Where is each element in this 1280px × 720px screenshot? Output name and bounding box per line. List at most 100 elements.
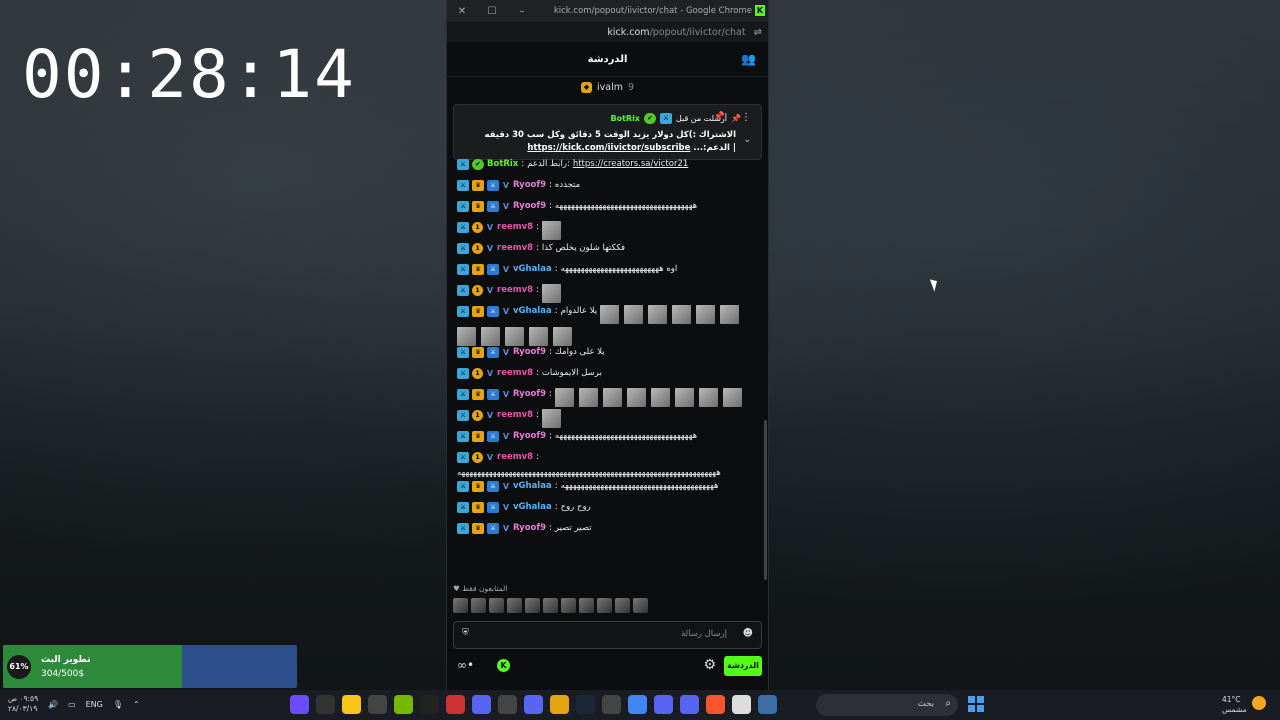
app-icon[interactable] [342,695,361,714]
chat-message: ⚔ ♛ ⚔ VvGhalaa: اوه هههههههههههههههههههههههه… [447,263,768,284]
avatar[interactable] [633,598,648,613]
chat-message: ⚔ ♛ ⚔ VvGhalaa: روح روح [447,501,768,522]
site-settings-icon[interactable]: ⇌ [754,27,762,38]
chevron-down-icon[interactable]: ⌄ [743,135,751,145]
sub-badge-icon: ⚔ [457,452,469,463]
browser-icon[interactable] [758,695,777,714]
widgets-icon[interactable] [290,695,309,714]
taskbar-search[interactable]: بحث ⌕ [816,694,958,716]
crown-badge-icon: ♛ [472,523,484,534]
discord-icon[interactable] [472,695,491,714]
scrollbar[interactable] [764,420,767,580]
capcut-icon[interactable] [420,695,439,714]
crown-badge-icon: ♛ [472,347,484,358]
language-indicator[interactable]: ENG [86,700,103,709]
weather[interactable]: 41°C مشمس [1222,695,1247,715]
avatar[interactable] [543,598,558,613]
og-badge-icon: ⚔ [487,264,499,275]
avatar[interactable] [597,598,612,613]
steam-icon[interactable] [576,695,595,714]
pinned-user[interactable]: BotRix [610,114,639,123]
nvidia-icon[interactable] [394,695,413,714]
emote-image [505,327,524,346]
chat-username[interactable]: Ryoof9 [513,346,546,359]
goal-title: تطوير البث [41,655,91,665]
chat-username[interactable]: vGhalaa [513,501,552,514]
network-icon[interactable]: ▭ [68,700,76,709]
chat-message-text: هههههههههههههههههههههههههههههههههههههههه [560,481,719,491]
volume-icon[interactable]: 🔊 [48,700,58,709]
avatar[interactable] [615,598,630,613]
steelseries-icon[interactable] [368,695,387,714]
chevron-up-icon[interactable]: ⌃ [133,700,140,709]
avatar[interactable] [579,598,594,613]
chat-username[interactable]: Ryoof9 [513,179,546,192]
chat-message-text: هههههههههههههههههههههههههههههههههههههههه… [457,468,721,478]
avatar[interactable] [525,598,540,613]
avatar[interactable] [453,598,468,613]
crown-badge-icon: ♛ [472,201,484,212]
coin-badge-icon: 1 [472,410,483,421]
gear-icon[interactable]: ⚙ [703,657,716,673]
close-icon[interactable]: ✕ [447,6,477,17]
windows-start-icon[interactable] [968,696,985,713]
chat-username[interactable]: reemv8 [497,221,533,234]
microphone-icon[interactable]: 🎙 [113,700,123,709]
cloud-icon[interactable] [550,695,569,714]
pin-action-icon[interactable]: 📌 [714,112,725,122]
colon: : [549,180,552,190]
pinned-message[interactable]: 📌 أرسلت من قبل ⚔ ✔ BotRix ⋮ 📌 ⌄ الاشتراك… [453,104,762,160]
infinity-icon[interactable]: ∞• [457,658,474,672]
chat-username[interactable]: reemv8 [497,242,533,255]
avatar[interactable] [561,598,576,613]
pinned-link[interactable]: https://kick.com/iivictor/subscribe [527,143,690,153]
more-options-icon[interactable]: ⋮ [741,112,751,123]
avatar[interactable] [489,598,504,613]
top-gifter-count: 9 [627,81,635,93]
mail-icon[interactable] [602,695,621,714]
maximize-icon[interactable]: ☐ [477,6,507,17]
chat-message-text: اوه هههههههههههههههههههههههههه [560,264,678,274]
chat-username[interactable]: reemv8 [497,451,533,464]
chat-username[interactable]: Ryoof9 [513,388,546,401]
chat-username[interactable]: reemv8 [497,409,533,422]
chat-username[interactable]: Ryoof9 [513,430,546,443]
shield-icon[interactable]: ⛨ [462,628,469,638]
minimize-icon[interactable]: – [507,6,537,17]
avatar[interactable] [507,598,522,613]
chat-link[interactable]: https://creators.sa/victor21 [573,158,688,171]
emote-image [541,221,561,240]
clock[interactable]: ٠٩:٥٩ ص ٢٨/٠٣/١٩ [8,694,38,714]
avatar[interactable] [471,598,486,613]
colon: : [521,159,525,169]
chrome-icon[interactable] [628,695,647,714]
brave-icon[interactable] [706,695,725,714]
colon: : [554,502,558,512]
top-gifter: ◆ ivalm 9 [447,77,768,97]
chat-username[interactable]: vGhalaa [513,305,552,318]
message-input[interactable]: ⛨ إرسال رسالة ☻ [453,621,762,649]
verified-badge-icon: V [486,286,494,295]
discord-icon[interactable] [654,695,673,714]
chat-username[interactable]: Ryoof9 [513,200,546,213]
chat-username[interactable]: reemv8 [497,284,533,297]
obs-icon[interactable] [316,695,335,714]
discord-icon[interactable] [524,695,543,714]
redapp-icon[interactable] [446,695,465,714]
kick-points-icon[interactable]: K [497,659,510,672]
send-chat-button[interactable]: الدردشة [724,656,762,676]
chat-message: ⚔ 1 Vreemv8: [447,409,768,430]
video-icon[interactable] [680,695,699,714]
chat-title: الدردشة [587,53,628,65]
emote-image [624,305,644,324]
users-icon[interactable]: 👥 [741,52,756,66]
explorer-icon[interactable] [732,695,751,714]
chat-username[interactable]: BotRix [487,158,518,171]
emoji-icon[interactable]: ☻ [743,628,753,639]
chat-username[interactable]: vGhalaa [513,480,552,493]
chat-username[interactable]: reemv8 [497,367,533,380]
chat-username[interactable]: Ryoof9 [513,522,546,535]
chat-username[interactable]: vGhalaa [513,263,552,276]
address-bar[interactable]: kick.com/popout/iivictor/chat ⇌ [447,22,768,42]
cube-icon[interactable] [498,695,517,714]
